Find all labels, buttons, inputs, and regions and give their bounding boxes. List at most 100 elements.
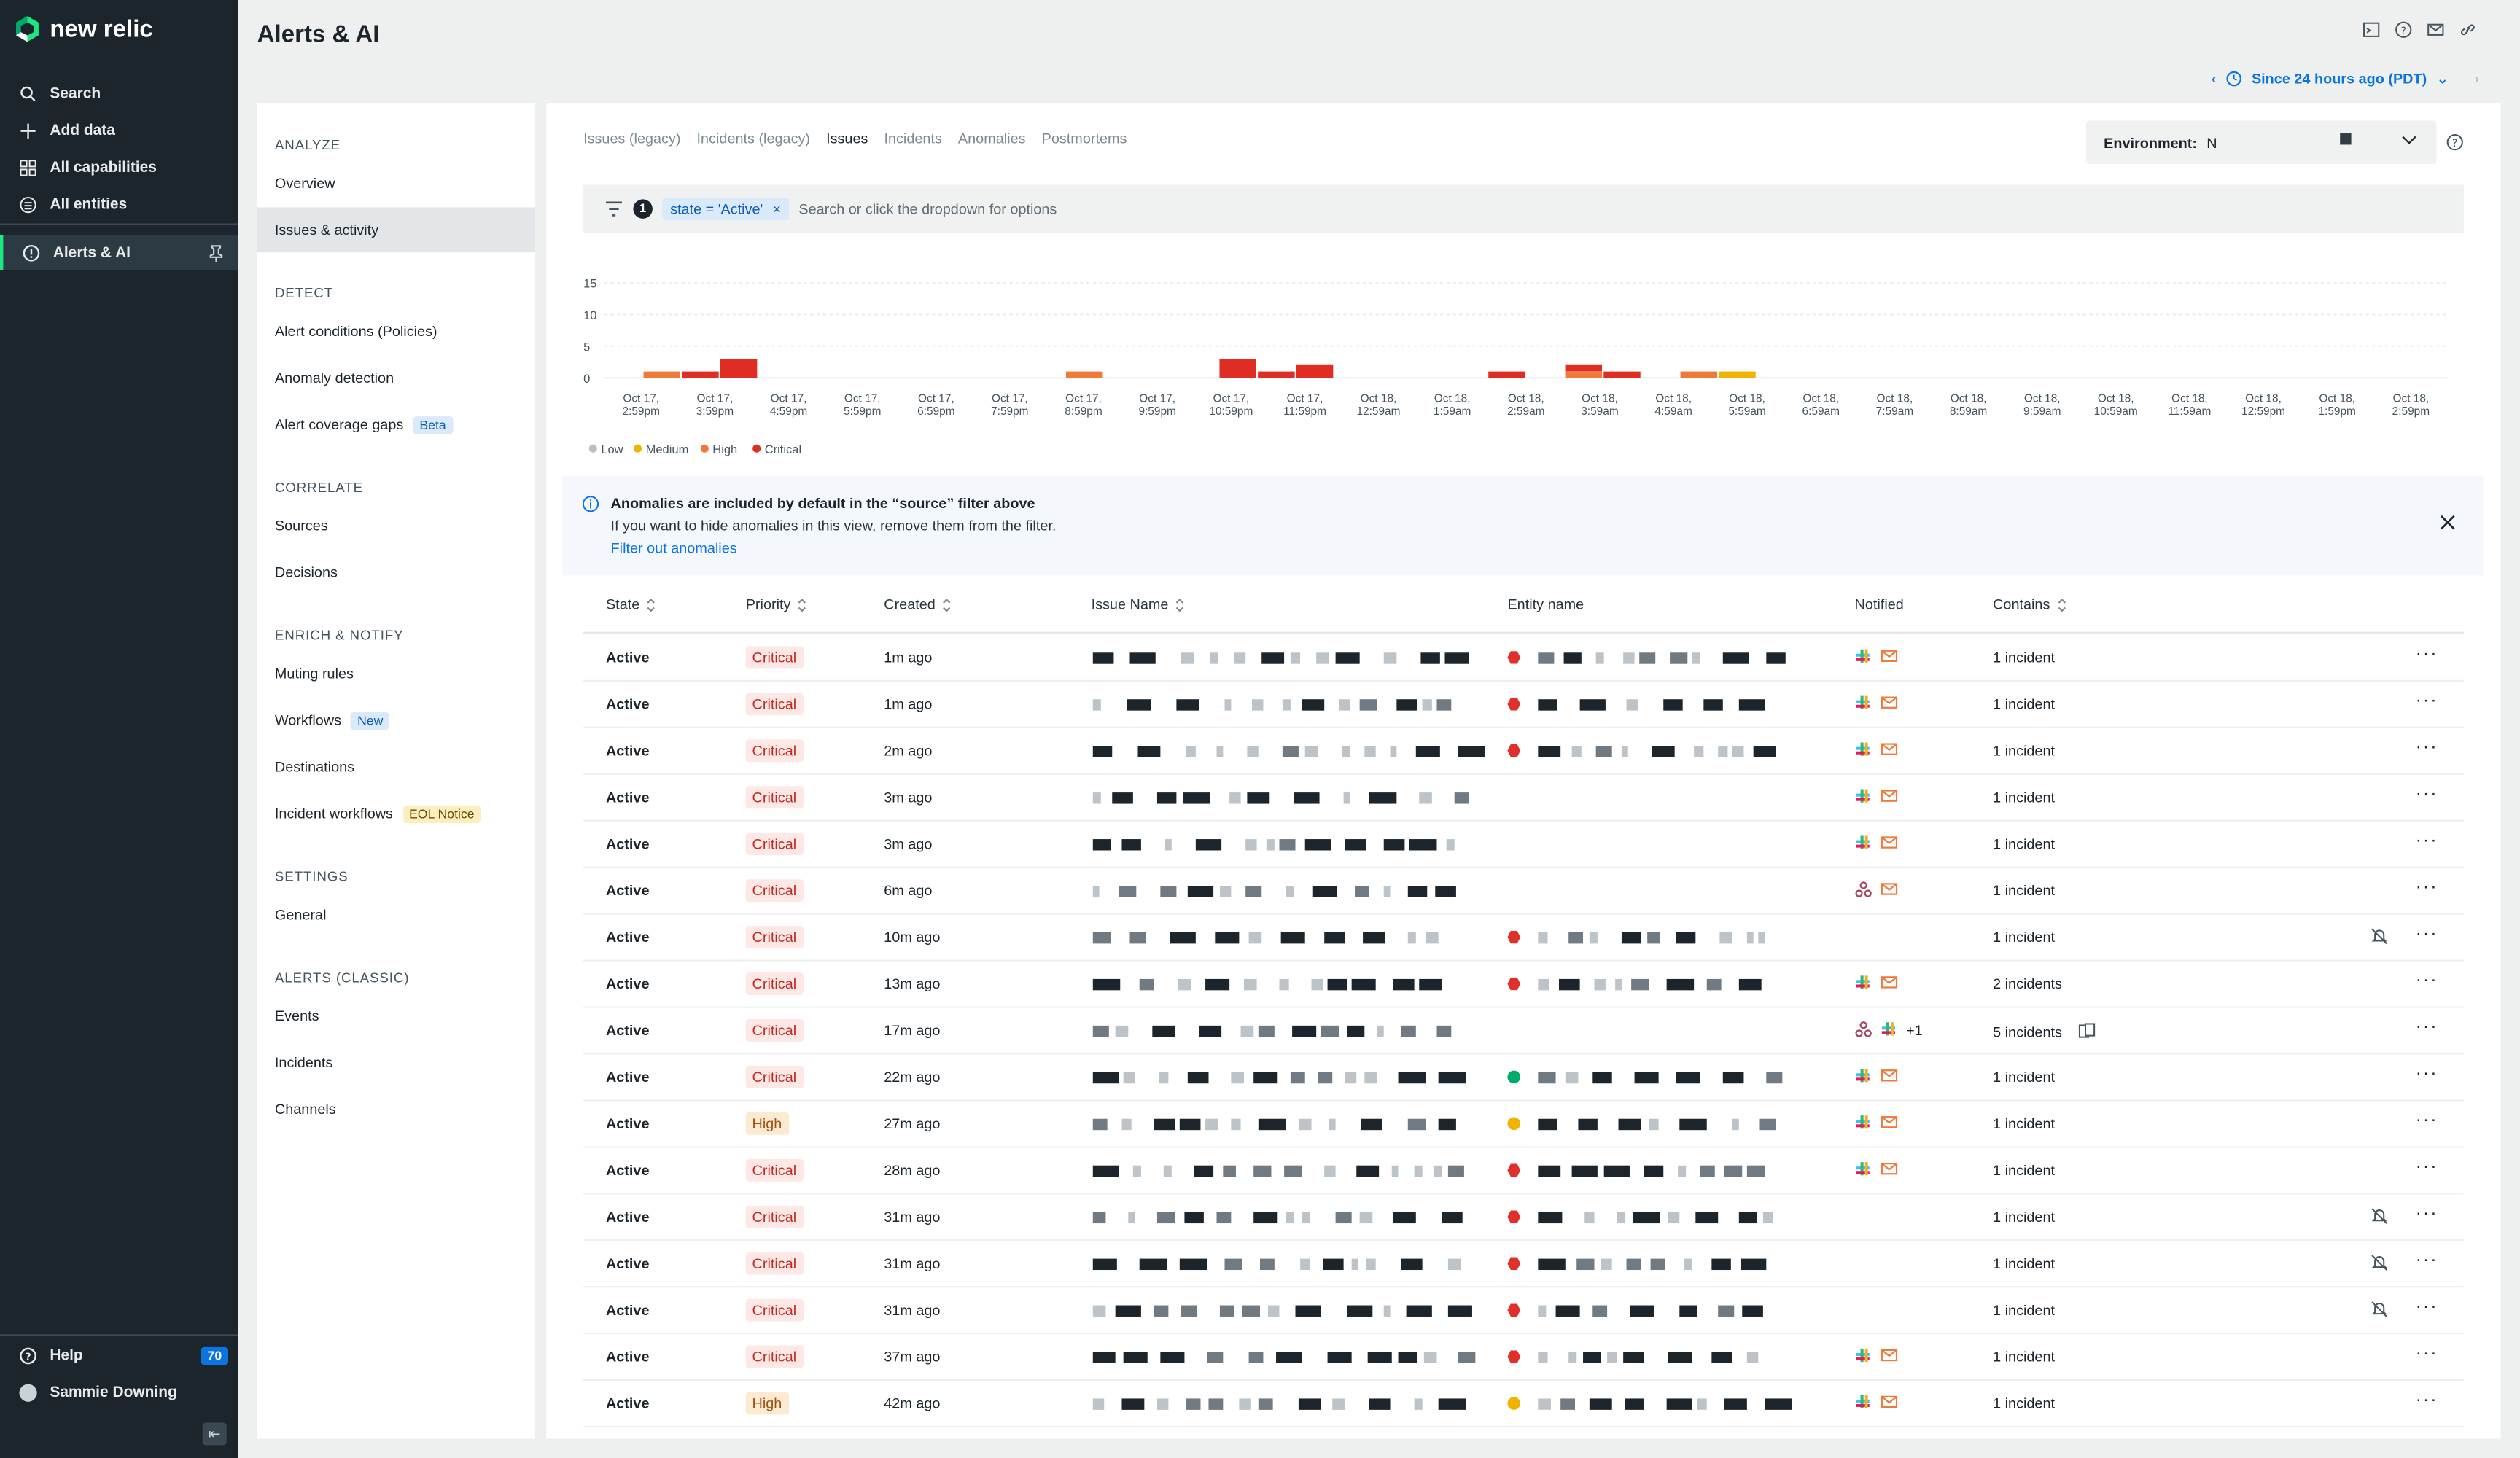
row-actions-button[interactable]: ··· — [2416, 831, 2438, 850]
table-row[interactable]: Active Critical 28m ago 1 incident ··· — [583, 1147, 2464, 1195]
contains-label[interactable]: 1 incident — [1993, 1162, 2055, 1178]
bar-critical[interactable] — [682, 371, 719, 378]
sidebar-item-alert-conditions-policies-[interactable]: Alert conditions (Policies) — [257, 308, 535, 354]
sidebar-item-incidents[interactable]: Incidents — [257, 1040, 535, 1085]
row-actions-button[interactable]: ··· — [2416, 971, 2438, 990]
nav-item-add-data[interactable]: Add data — [0, 113, 238, 149]
table-row[interactable]: Active Critical 1m ago 1 incident ··· — [583, 635, 2464, 682]
table-row[interactable]: Active High 42m ago 1 incident ··· — [583, 1381, 2464, 1428]
help-circle-icon[interactable]: ? — [2395, 21, 2412, 39]
column-header-notified[interactable]: Notified — [1855, 596, 1904, 612]
table-row[interactable]: Active Critical 31m ago 1 incident ··· — [583, 1194, 2464, 1241]
legend-item[interactable]: Low — [601, 443, 623, 456]
contains-label[interactable]: 1 incident — [1993, 743, 2055, 759]
table-row[interactable]: Active Critical 3m ago 1 incident ··· — [583, 822, 2464, 868]
sidebar-item-incident-workflows[interactable]: Incident workflows EOL Notice — [257, 791, 535, 836]
column-header-entity-name[interactable]: Entity name — [1507, 596, 1584, 612]
filter-search-input[interactable]: Search or click the dropdown for options — [798, 201, 1057, 217]
column-header-contains[interactable]: Contains — [1993, 596, 2066, 612]
row-actions-button[interactable]: ··· — [2416, 924, 2438, 943]
filter-pill[interactable]: state = 'Active' × — [662, 198, 790, 221]
filter-out-anomalies-link[interactable]: Filter out anomalies — [611, 540, 737, 556]
contains-label[interactable]: 1 incident — [1993, 929, 2055, 946]
table-row[interactable]: Active Critical 31m ago 1 incident ··· — [583, 1287, 2464, 1335]
table-row[interactable]: Active Critical 6m ago 1 incident ··· — [583, 868, 2464, 915]
row-actions-button[interactable]: ··· — [2416, 1064, 2438, 1083]
legend-item[interactable]: Critical — [765, 443, 801, 456]
legend-item[interactable]: Medium — [646, 443, 689, 456]
row-actions-button[interactable]: ··· — [2416, 644, 2438, 663]
bar-high[interactable] — [643, 371, 680, 378]
sort-icon[interactable] — [2056, 597, 2066, 612]
table-row[interactable]: Active Critical 2m ago 1 incident ··· — [583, 728, 2464, 775]
environment-select[interactable]: Environment: N — [2085, 120, 2437, 164]
sidebar-item-alert-coverage-gaps[interactable]: Alert coverage gaps Beta — [257, 402, 535, 447]
pin-icon[interactable] — [209, 243, 224, 262]
contains-label[interactable]: 1 incident — [1993, 1115, 2055, 1131]
row-actions-button[interactable]: ··· — [2416, 738, 2438, 757]
help-circle-icon[interactable]: ? — [2446, 133, 2464, 151]
row-actions-button[interactable]: ··· — [2416, 1251, 2438, 1270]
table-row[interactable]: Active Critical 10m ago 1 incident ··· — [583, 915, 2464, 962]
contains-label[interactable]: 1 incident — [1993, 1209, 2055, 1225]
bar-critical[interactable] — [1296, 364, 1334, 378]
tab-postmortems[interactable]: Postmortems — [1042, 130, 1127, 147]
filter-bar[interactable]: 1 state = 'Active' × Search or click the… — [583, 184, 2464, 233]
nav-item-all-capabilities[interactable]: All capabilities — [0, 150, 238, 186]
table-row[interactable]: Active Critical 31m ago 1 incident ··· — [583, 1241, 2464, 1288]
contains-label[interactable]: 1 incident — [1993, 1302, 2055, 1318]
mail-icon[interactable] — [2427, 21, 2444, 39]
row-actions-button[interactable]: ··· — [2416, 1298, 2438, 1317]
collapse-nav-button[interactable]: ⇤ — [202, 1422, 227, 1446]
contains-label[interactable]: 2 incidents — [1993, 975, 2062, 991]
tab-anomalies[interactable]: Anomalies — [958, 130, 1026, 147]
nav-item-alerts-ai[interactable]: Alerts & AI — [0, 234, 238, 270]
contains-label[interactable]: 1 incident — [1993, 650, 2055, 666]
contains-label[interactable]: 1 incident — [1993, 883, 2055, 899]
sidebar-item-decisions[interactable]: Decisions — [257, 550, 535, 595]
terminal-icon[interactable] — [2362, 21, 2380, 39]
sort-icon[interactable] — [646, 597, 656, 612]
contains-label[interactable]: 1 incident — [1993, 1395, 2055, 1411]
row-actions-button[interactable]: ··· — [2416, 1111, 2438, 1130]
table-row[interactable]: Active Critical 3m ago 1 incident ··· — [583, 775, 2464, 822]
sidebar-item-anomaly-detection[interactable]: Anomaly detection — [257, 355, 535, 400]
row-actions-button[interactable]: ··· — [2416, 1158, 2438, 1177]
contains-label[interactable]: 1 incident — [1993, 1349, 2055, 1365]
row-actions-button[interactable]: ··· — [2416, 1344, 2438, 1363]
nav-item-search[interactable]: Search — [0, 76, 238, 112]
table-row[interactable]: Active Critical 1m ago 1 incident ··· — [583, 682, 2464, 728]
contains-label[interactable]: 5 incidents — [1993, 1024, 2062, 1040]
column-header-state[interactable]: State — [606, 596, 656, 612]
nav-item-user[interactable]: Sammie Downing — [0, 1374, 238, 1410]
row-actions-button[interactable]: ··· — [2416, 1204, 2438, 1223]
bar-critical[interactable] — [720, 359, 758, 378]
link-icon[interactable] — [2459, 21, 2476, 39]
table-row[interactable]: Active Critical 13m ago 2 incidents ··· — [583, 962, 2464, 1008]
filter-pill-close-icon[interactable]: × — [773, 201, 782, 217]
column-header-created[interactable]: Created — [884, 596, 952, 612]
tab-incidents-legacy-[interactable]: Incidents (legacy) — [697, 130, 810, 147]
time-prev-icon[interactable]: ‹ — [2212, 71, 2217, 87]
filter-icon[interactable] — [604, 201, 623, 217]
bar-critical[interactable] — [1219, 359, 1256, 378]
table-row[interactable]: Active High 27m ago 1 incident ··· — [583, 1101, 2464, 1148]
sort-icon[interactable] — [1175, 597, 1184, 612]
contains-label[interactable]: 1 incident — [1993, 1255, 2055, 1271]
sidebar-item-workflows[interactable]: Workflows New — [257, 698, 535, 743]
sort-icon[interactable] — [942, 597, 952, 612]
bar-critical[interactable] — [1488, 371, 1525, 378]
sidebar-item-muting-rules[interactable]: Muting rules — [257, 651, 535, 696]
table-row[interactable]: Active Critical 37m ago 1 incident ··· — [583, 1334, 2464, 1381]
sidebar-item-issues-activity[interactable]: Issues & activity — [257, 207, 535, 253]
bar-medium[interactable] — [1719, 371, 1756, 378]
sidebar-item-events[interactable]: Events — [257, 994, 535, 1039]
row-actions-button[interactable]: ··· — [2416, 691, 2438, 710]
sidebar-item-overview[interactable]: Overview — [257, 161, 535, 206]
contains-label[interactable]: 1 incident — [1993, 836, 2055, 852]
tab-issues[interactable]: Issues — [826, 130, 868, 147]
legend-item[interactable]: High — [712, 443, 737, 456]
column-header-issue-name[interactable]: Issue Name — [1092, 596, 1185, 612]
bar-high[interactable] — [1680, 371, 1718, 378]
contains-label[interactable]: 1 incident — [1993, 790, 2055, 806]
